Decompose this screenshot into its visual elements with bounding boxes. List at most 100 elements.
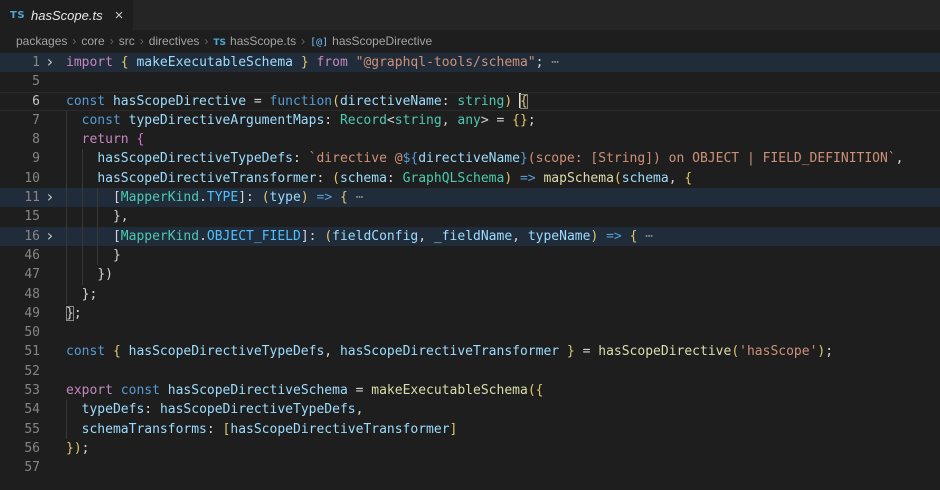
typescript-icon: TS (213, 38, 226, 48)
breadcrumb-item-core[interactable]: core (81, 34, 104, 48)
code-token: ] (450, 422, 458, 437)
code-token: MapperKind (121, 229, 199, 244)
line-number: 9 (0, 149, 40, 168)
code-token: . (199, 229, 207, 244)
code-line[interactable]: 7 const typeDirectiveArgumentMaps: Recor… (0, 111, 940, 130)
fold-chevron-icon[interactable]: › (45, 52, 55, 71)
code-token: makeExecutableSchema (136, 55, 300, 70)
code-token: const (121, 383, 168, 398)
breadcrumb-item-symbol[interactable]: [@]hasScopeDirective (310, 34, 432, 48)
code-token: = (254, 94, 270, 109)
code-token (66, 209, 113, 224)
code-token: : (387, 171, 403, 186)
breadcrumb-item-file[interactable]: TS hasScope.ts (213, 34, 296, 48)
code-token (66, 113, 82, 128)
code-line[interactable]: 51const { hasScopeDirectiveTypeDefs, has… (0, 342, 940, 361)
code-token: { (121, 55, 137, 70)
code-line[interactable]: 11› [MapperKind.TYPE]: (type) => { ⋯ (0, 188, 940, 207)
code-token: , (512, 229, 528, 244)
indent-guide (82, 169, 83, 188)
code-token: < (387, 113, 395, 128)
code-token: ( (332, 171, 340, 186)
line-number: 57 (0, 458, 40, 477)
code-text: import { makeExecutableSchema } from "@g… (66, 53, 559, 72)
code-line[interactable]: 5 (0, 72, 940, 91)
breadcrumb-item-src[interactable]: src (119, 34, 135, 48)
code-token (66, 229, 113, 244)
code-line[interactable]: 15 }, (0, 207, 940, 226)
indent-guide (82, 227, 83, 246)
code-token: } (301, 55, 317, 70)
indent-guide (66, 246, 67, 265)
code-token: GraphQLSchema (403, 171, 505, 186)
code-token: hasScopeDirective (598, 344, 731, 359)
code-token: directiveName (418, 151, 520, 166)
code-line[interactable]: 9 hasScopeDirectiveTypeDefs: `directive … (0, 149, 940, 168)
code-token: hasScopeDirectiveTypeDefs (160, 402, 356, 417)
breadcrumb: packages›core›src›directives›TShasScope.… (0, 30, 940, 52)
code-token: hasScopeDirectiveSchema (168, 383, 348, 398)
code-line[interactable]: 53export const hasScopeDirectiveSchema =… (0, 381, 940, 400)
code-line[interactable]: 50 (0, 323, 940, 342)
code-line[interactable]: 54 typeDefs: hasScopeDirectiveTypeDefs, (0, 400, 940, 419)
fold-chevron-icon[interactable]: › (45, 226, 55, 245)
line-number: 52 (0, 362, 40, 381)
code-token (66, 132, 82, 147)
tab-bar: TS hasScope.ts × (0, 0, 940, 30)
code-line[interactable]: 46 } (0, 246, 940, 265)
code-token (66, 422, 82, 437)
indent-guide (66, 169, 67, 188)
code-token: (scope: [String]) on OBJECT | FIELD_DEFI… (528, 151, 896, 166)
code-token: ) (504, 171, 512, 186)
code-token: } (66, 306, 74, 321)
code-line[interactable]: 56}); (0, 439, 940, 458)
code-token: from (316, 55, 355, 70)
code-token: {} (512, 113, 528, 128)
code-text: }; (66, 304, 82, 323)
code-token: } (113, 248, 121, 263)
code-token: }; (82, 287, 98, 302)
line-number: 11 (0, 188, 40, 207)
code-line[interactable]: 6const hasScopeDirective = function(dire… (0, 92, 940, 111)
code-line[interactable]: 16› [MapperKind.OBJECT_FIELD]: (fieldCon… (0, 227, 940, 246)
fold-chevron-icon[interactable]: › (45, 187, 55, 206)
line-number: 53 (0, 381, 40, 400)
code-token: ⋯ (637, 229, 653, 244)
breadcrumb-item-packages[interactable]: packages (16, 34, 67, 48)
code-token: : (144, 402, 160, 417)
code-text: hasScopeDirectiveTransformer: (schema: G… (66, 169, 692, 188)
breadcrumb-item-directives[interactable]: directives (149, 34, 200, 48)
code-line[interactable]: 57 (0, 458, 940, 477)
close-icon[interactable]: × (115, 8, 124, 23)
code-token: { (136, 132, 144, 147)
code-line[interactable]: 49}; (0, 304, 940, 323)
code-token: makeExecutableSchema (371, 383, 528, 398)
chevron-right-icon: › (72, 34, 76, 48)
indent-guide (66, 400, 67, 419)
code-token: hasScopeDirectiveTransformer (340, 344, 559, 359)
line-number: 15 (0, 207, 40, 226)
code-line[interactable]: 55 schemaTransforms: [hasScopeDirectiveT… (0, 420, 940, 439)
indent-guide (66, 265, 67, 284)
indent-guide (82, 207, 83, 226)
code-token: , (418, 229, 434, 244)
code-line[interactable]: 47 }) (0, 265, 940, 284)
code-token: [ (113, 229, 121, 244)
line-number: 10 (0, 169, 40, 188)
indent-guide (82, 149, 83, 168)
code-line[interactable]: 8 return { (0, 130, 940, 149)
code-token: "@graphql-tools/schema" (356, 55, 536, 70)
code-token: typeDefs (82, 402, 145, 417)
breadcrumb-file-label: hasScope.ts (230, 34, 296, 48)
code-line[interactable]: 52 (0, 362, 940, 381)
code-editor[interactable]: 1 › import { makeExecutableSchema } from "… (0, 52, 940, 478)
indent-guide (66, 130, 67, 149)
code-line[interactable]: 48 }; (0, 285, 940, 304)
code-line[interactable]: 1 › import { makeExecutableSchema } from "… (0, 53, 940, 72)
tab-hasscope[interactable]: TS hasScope.ts × (0, 0, 133, 30)
code-line[interactable]: 10 hasScopeDirectiveTransformer: (schema… (0, 169, 940, 188)
code-token: : (316, 171, 332, 186)
code-token: hasScopeDirectiveTypeDefs (129, 344, 325, 359)
code-token: const (66, 344, 113, 359)
line-number: 1 (0, 53, 40, 72)
